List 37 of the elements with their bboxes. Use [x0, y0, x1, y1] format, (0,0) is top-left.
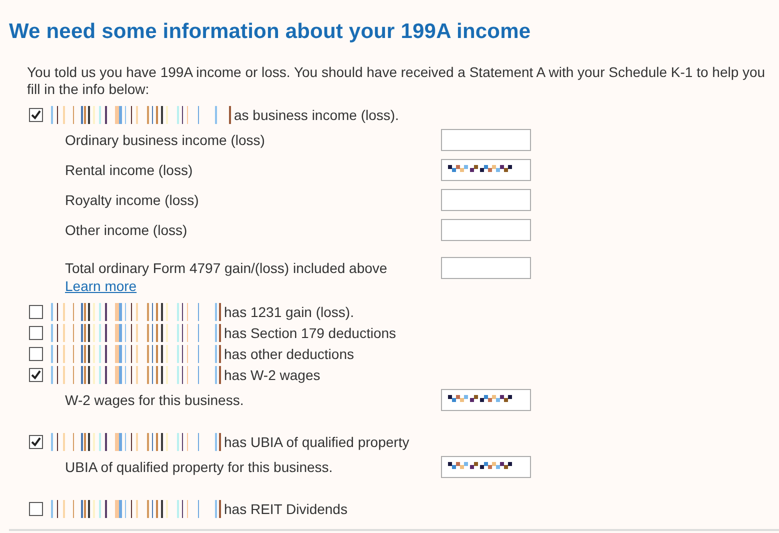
input-field[interactable]	[441, 129, 531, 151]
field-label: Total ordinary Form 4797 gain/(loss) included above Learn more	[65, 259, 388, 295]
business-label: as business income (loss).	[234, 106, 399, 122]
field-label: Ordinary business income (loss)	[65, 131, 266, 149]
field-label: W-2 wages for this business.	[65, 391, 245, 409]
input-field[interactable]	[441, 257, 531, 279]
input-field[interactable]	[441, 456, 531, 478]
business-label: has other deductions	[224, 346, 354, 362]
checkmark-icon	[31, 370, 41, 380]
checkmark-icon	[31, 436, 41, 446]
checkbox[interactable]	[29, 346, 43, 360]
checkbox[interactable]	[29, 368, 43, 382]
checkmark-icon	[31, 110, 41, 120]
checkbox[interactable]	[29, 502, 43, 516]
business-label: has 1231 gain (loss).	[224, 304, 354, 320]
intro-text: You told us you have 199A income or loss. You should have received a Statement A with your Schedule K-1 to help you fill in the info below:	[27, 64, 766, 98]
checkbox[interactable]	[29, 108, 43, 122]
redacted-value-drawing	[448, 462, 512, 472]
field-label: Other income (loss)	[65, 221, 188, 239]
field-label: UBIA of qualified property for this business.	[65, 458, 334, 476]
input-field[interactable]	[441, 189, 531, 211]
input-field[interactable]	[441, 159, 531, 181]
field-label: Royalty income (loss)	[65, 191, 200, 209]
input-field[interactable]	[441, 219, 531, 241]
redacted-value-drawing	[448, 165, 512, 175]
checkbox[interactable]	[29, 304, 43, 318]
business-label: has Section 179 deductions	[224, 324, 396, 340]
field-label: Rental income (loss)	[65, 161, 194, 179]
checkbox[interactable]	[29, 326, 43, 340]
page-title: We need some information about your 199A income	[9, 20, 532, 44]
business-label: has W-2 wages	[224, 366, 320, 382]
business-label: has UBIA of qualified property	[224, 434, 410, 450]
checkbox[interactable]	[29, 434, 43, 448]
business-label: has REIT Dividends	[224, 500, 348, 516]
input-field[interactable]	[441, 389, 531, 411]
learn-more-link[interactable]: Learn more	[65, 278, 137, 294]
redacted-value-drawing	[448, 395, 512, 405]
